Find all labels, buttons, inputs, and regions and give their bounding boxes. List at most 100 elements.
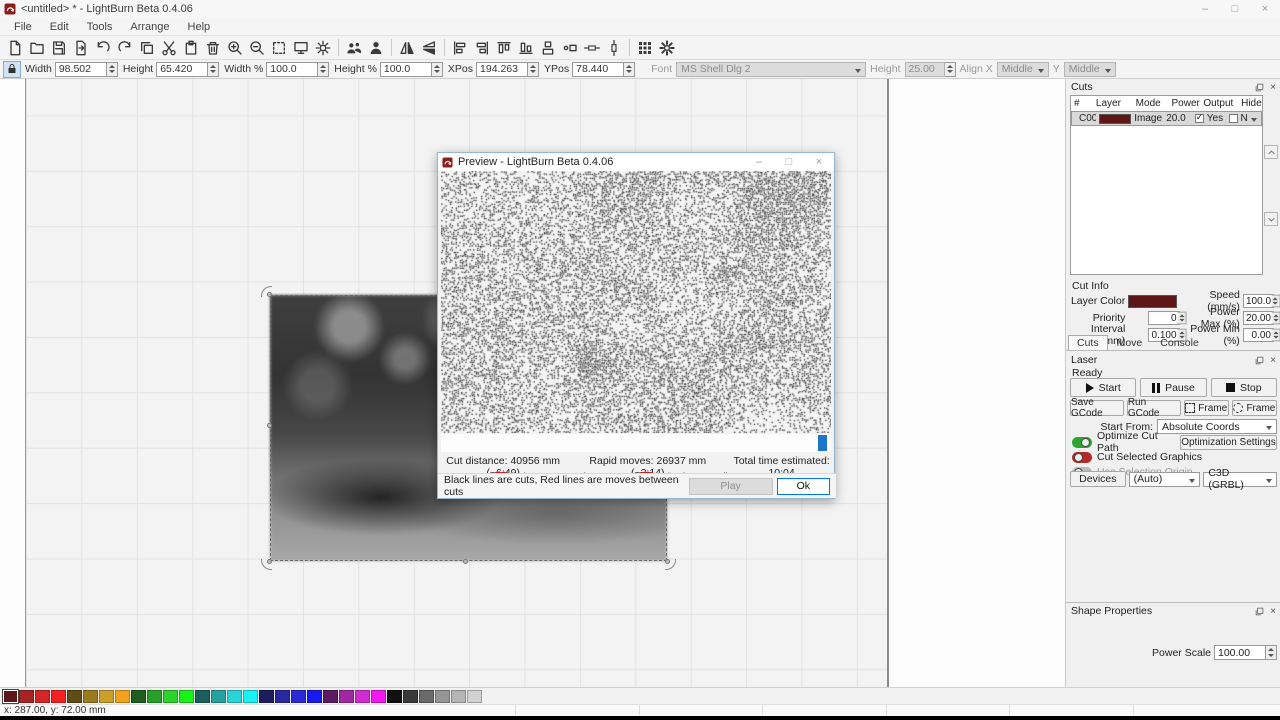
flip-horizontal-button[interactable] <box>396 37 418 58</box>
pause-button[interactable]: Pause <box>1140 378 1206 397</box>
distribute-horizontal-button[interactable] <box>581 37 603 58</box>
palette-color-7[interactable] <box>115 690 130 703</box>
align-top-button[interactable] <box>493 37 515 58</box>
field-spinner-0[interactable] <box>107 62 118 77</box>
font-height-spinner[interactable] <box>945 62 956 77</box>
speed-input[interactable]: 100.0 <box>1243 294 1274 308</box>
play-button[interactable]: Play <box>689 478 773 495</box>
palette-color-26[interactable] <box>419 690 434 703</box>
palette-color-10[interactable] <box>163 690 178 703</box>
align-y-select[interactable]: Middle <box>1064 62 1116 77</box>
field-input-5[interactable]: 78.440 <box>572 62 624 77</box>
palette-color-12[interactable] <box>195 690 210 703</box>
layer-up-button[interactable] <box>1264 145 1278 159</box>
resize-handle[interactable] <box>267 292 272 297</box>
palette-color-17[interactable] <box>275 690 290 703</box>
cut-layers-list[interactable]: #LayerModePowerOutputHideC00Image20.0Yes… <box>1070 95 1263 275</box>
palette-color-22[interactable] <box>355 690 370 703</box>
maximize-icon[interactable]: □ <box>1220 0 1250 18</box>
field-spinner-2[interactable] <box>318 62 329 77</box>
palette-color-2[interactable] <box>35 690 50 703</box>
palette-color-27[interactable] <box>435 690 450 703</box>
field-spinner-4[interactable] <box>528 62 539 77</box>
font-height-input[interactable]: 25.00 <box>905 62 945 77</box>
priority-input[interactable]: 0 <box>1148 311 1179 325</box>
ungroup-objects-button[interactable] <box>365 37 387 58</box>
optimization-settings-button[interactable]: Optimization Settings <box>1180 435 1277 450</box>
layer-color-swatch[interactable] <box>1128 295 1177 308</box>
device-settings-button[interactable] <box>312 37 334 58</box>
power-max-spinner[interactable] <box>1272 312 1280 325</box>
flip-vertical-button[interactable] <box>418 37 440 58</box>
device-auto-select[interactable]: (Auto) <box>1129 472 1201 487</box>
dialog-close-icon[interactable]: × <box>804 153 834 171</box>
palette-color-3[interactable] <box>51 690 66 703</box>
align-bottom-button[interactable] <box>515 37 537 58</box>
field-input-4[interactable]: 194.263 <box>476 62 528 77</box>
save-gcode-button[interactable]: Save GCode <box>1070 400 1124 416</box>
palette-color-21[interactable] <box>339 690 354 703</box>
field-input-1[interactable]: 65.420 <box>156 62 208 77</box>
power-max-input[interactable]: 20.00 <box>1243 311 1274 325</box>
tab-cuts[interactable]: Cuts <box>1068 335 1108 350</box>
resize-handle[interactable] <box>267 559 272 564</box>
font-select[interactable]: MS Shell Dlg 2 <box>676 62 866 77</box>
palette-color-29[interactable] <box>467 690 482 703</box>
devices-button[interactable]: Devices <box>1070 471 1126 487</box>
close-panel-icon[interactable]: × <box>1270 82 1276 93</box>
priority-spinner[interactable] <box>1177 312 1186 325</box>
palette-color-24[interactable] <box>387 690 402 703</box>
optimize-cut-path-toggle[interactable] <box>1072 437 1092 448</box>
move-to-position-button[interactable] <box>559 37 581 58</box>
run-gcode-button[interactable]: Run GCode <box>1127 400 1181 416</box>
group-objects-button[interactable] <box>343 37 365 58</box>
menu-help[interactable]: Help <box>180 20 219 34</box>
close-panel-icon[interactable]: × <box>1270 606 1276 617</box>
preview-progress-slider[interactable] <box>441 434 831 452</box>
stop-button[interactable]: Stop <box>1211 378 1277 397</box>
paste-button[interactable] <box>180 37 202 58</box>
start-from-select[interactable]: Absolute Coords <box>1157 419 1277 434</box>
zoom-in-button[interactable] <box>224 37 246 58</box>
power-min-spinner[interactable] <box>1272 329 1280 342</box>
frame-circle-button[interactable]: Frame <box>1232 400 1277 416</box>
start-button[interactable]: Start <box>1070 378 1136 397</box>
palette-color-8[interactable] <box>131 690 146 703</box>
grid-array-button[interactable] <box>634 37 656 58</box>
copy-button[interactable] <box>136 37 158 58</box>
lock-aspect-button[interactable] <box>3 61 21 78</box>
slider-thumb[interactable] <box>818 435 827 451</box>
close-panel-icon[interactable]: × <box>1270 355 1276 366</box>
resize-handle[interactable] <box>665 559 670 564</box>
palette-color-16[interactable] <box>259 690 274 703</box>
float-panel-icon[interactable] <box>1255 356 1264 365</box>
align-center-button[interactable] <box>537 37 559 58</box>
power-min-input[interactable]: 0.00 <box>1243 328 1274 342</box>
layer-color-swatch[interactable] <box>1099 114 1131 124</box>
resize-handle[interactable] <box>267 423 272 428</box>
align-x-select[interactable]: Middle <box>997 62 1049 77</box>
menu-arrange[interactable]: Arrange <box>122 20 177 34</box>
palette-color-25[interactable] <box>403 690 418 703</box>
dialog-minimize-icon[interactable]: – <box>744 153 774 171</box>
power-scale-spinner[interactable] <box>1266 645 1277 660</box>
distribute-vertical-button[interactable] <box>603 37 625 58</box>
menu-file[interactable]: File <box>6 20 40 34</box>
device-type-select[interactable]: C3D (GRBL) <box>1203 472 1277 487</box>
palette-color-18[interactable] <box>291 690 306 703</box>
minimize-icon[interactable]: – <box>1190 0 1220 18</box>
undo-button[interactable] <box>92 37 114 58</box>
layer-down-button[interactable] <box>1264 212 1278 226</box>
delete-button[interactable] <box>202 37 224 58</box>
float-panel-icon[interactable] <box>1255 607 1264 616</box>
palette-color-13[interactable] <box>211 690 226 703</box>
close-icon[interactable]: × <box>1250 0 1280 18</box>
float-panel-icon[interactable] <box>1255 83 1264 92</box>
zoom-out-button[interactable] <box>246 37 268 58</box>
align-left-button[interactable] <box>449 37 471 58</box>
redo-button[interactable] <box>114 37 136 58</box>
ok-button[interactable]: Ok <box>777 478 830 495</box>
hide-checkbox[interactable] <box>1229 114 1238 123</box>
field-input-3[interactable]: 100.0 <box>380 62 432 77</box>
field-input-2[interactable]: 100.0 <box>266 62 318 77</box>
